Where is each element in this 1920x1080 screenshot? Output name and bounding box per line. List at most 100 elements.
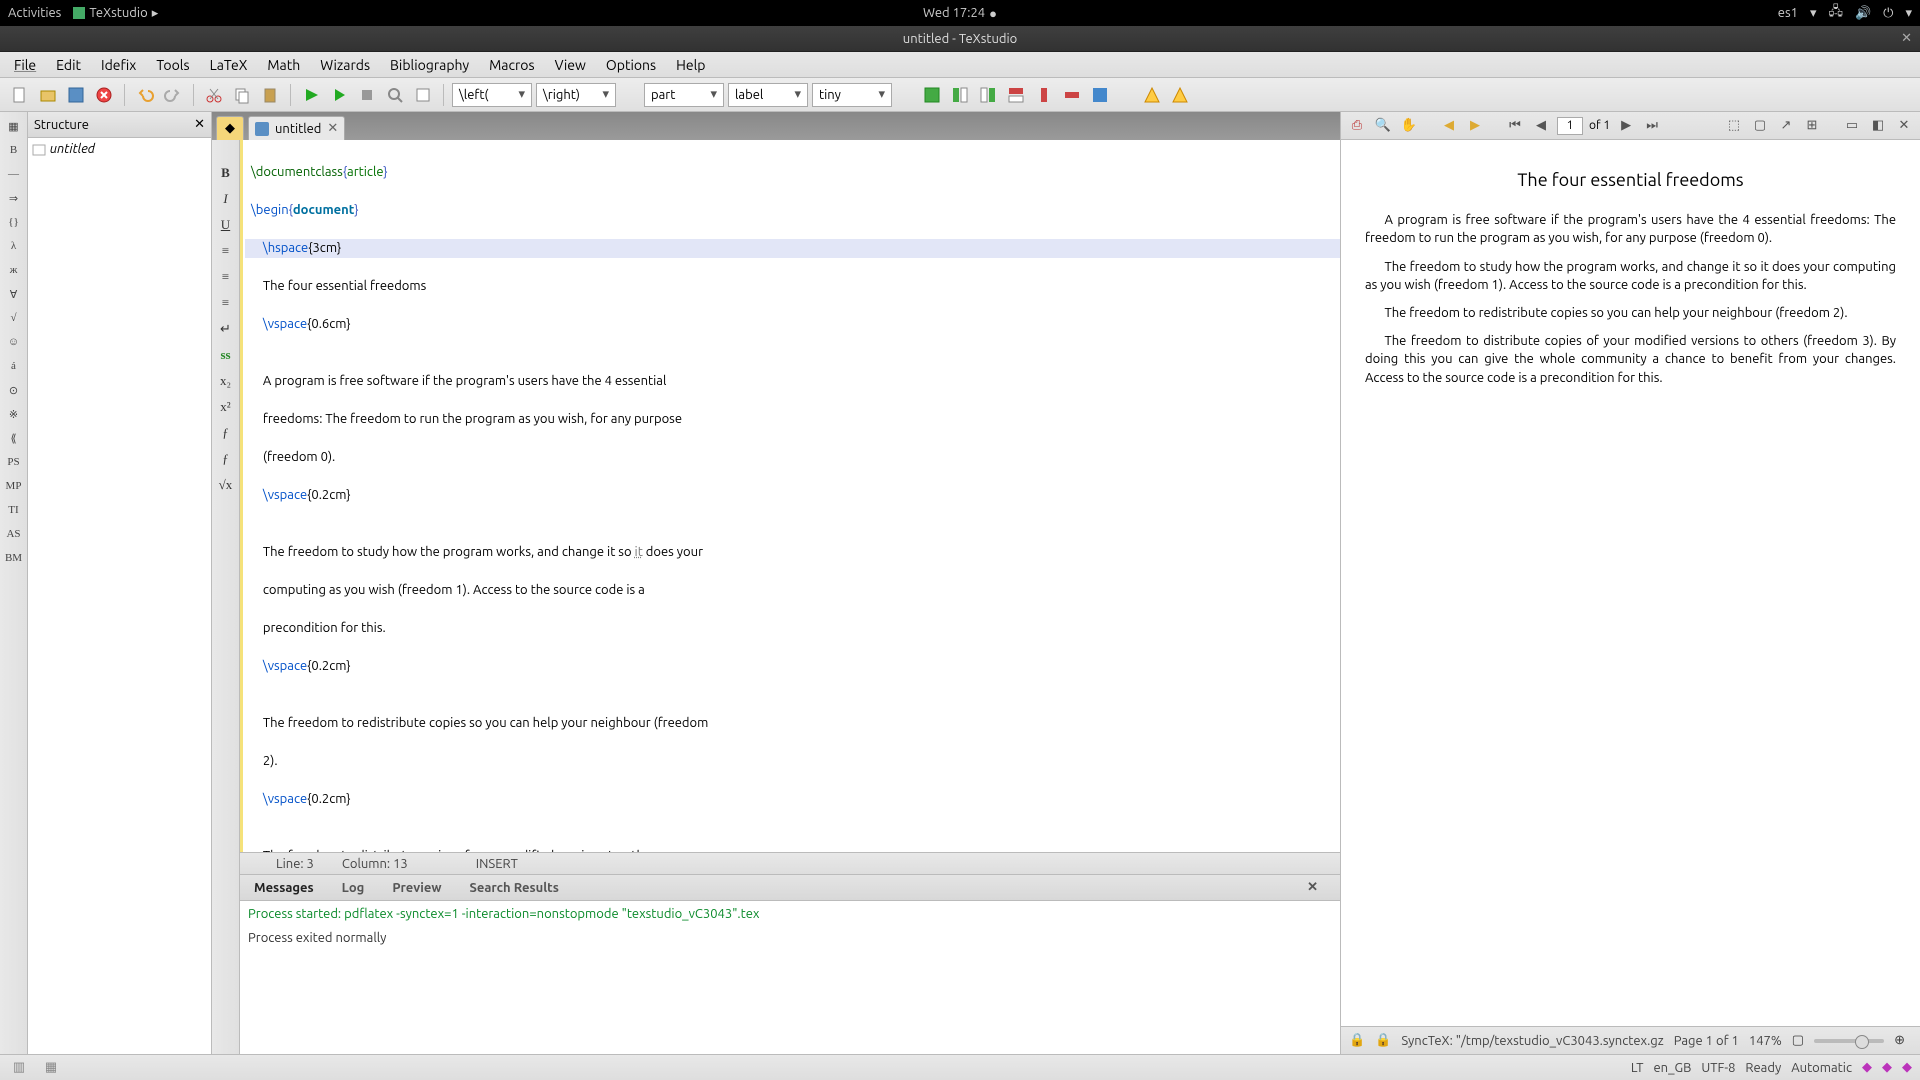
menu-edit[interactable]: Edit bbox=[46, 53, 91, 77]
ss-button[interactable]: ss bbox=[214, 346, 238, 364]
st-1[interactable]: B bbox=[2, 140, 26, 160]
table-icon[interactable] bbox=[920, 83, 944, 107]
menu-bibliography[interactable]: Bibliography bbox=[380, 53, 479, 77]
undo-icon[interactable] bbox=[133, 83, 157, 107]
tiny-combo[interactable]: tiny bbox=[812, 83, 892, 107]
menu-wizards[interactable]: Wizards bbox=[310, 53, 380, 77]
msgtab-log[interactable]: Log bbox=[328, 881, 379, 895]
st-15[interactable]: MP bbox=[2, 476, 26, 496]
st-18[interactable]: BM bbox=[2, 548, 26, 568]
clock[interactable]: Wed 17:24 bbox=[923, 6, 985, 21]
part-combo[interactable]: part bbox=[644, 83, 724, 107]
prev-page-icon[interactable]: ◀ bbox=[1531, 116, 1551, 136]
tab-close-icon[interactable]: ✕ bbox=[327, 121, 338, 136]
bookmark3-icon[interactable]: ◆ bbox=[1902, 1060, 1912, 1075]
activities[interactable]: Activities bbox=[8, 6, 61, 20]
network-icon[interactable]: 🖧 bbox=[1828, 2, 1843, 24]
col-right-icon[interactable] bbox=[976, 83, 1000, 107]
back-icon[interactable]: ◀ bbox=[1439, 116, 1459, 136]
external-icon[interactable]: ↗ bbox=[1776, 116, 1796, 136]
dfrac-button[interactable]: ƒ bbox=[214, 450, 238, 468]
warn2-icon[interactable] bbox=[1168, 83, 1192, 107]
hand-icon[interactable]: ✋ bbox=[1399, 116, 1419, 136]
st-2[interactable]: — bbox=[2, 164, 26, 184]
structure-close-icon[interactable]: ✕ bbox=[194, 117, 205, 132]
build-icon[interactable] bbox=[299, 83, 323, 107]
view-pdf-icon[interactable] bbox=[383, 83, 407, 107]
lock-icon[interactable]: 🔒 bbox=[1349, 1033, 1365, 1048]
st-14[interactable]: PS bbox=[2, 452, 26, 472]
stop-icon[interactable] bbox=[355, 83, 379, 107]
new-icon[interactable] bbox=[8, 83, 32, 107]
menu-tools[interactable]: Tools bbox=[146, 53, 199, 77]
lock2-icon[interactable]: 🔒 bbox=[1375, 1033, 1391, 1048]
power-icon[interactable]: ⏻ bbox=[1883, 6, 1893, 21]
lt-indicator[interactable]: LT bbox=[1631, 1061, 1644, 1075]
fit-page-icon[interactable]: ▢ bbox=[1750, 116, 1770, 136]
view-log-icon[interactable] bbox=[411, 83, 435, 107]
menu-help[interactable]: Help bbox=[666, 53, 715, 77]
left-bracket-combo[interactable]: \left( bbox=[452, 83, 532, 107]
label-combo[interactable]: label bbox=[728, 83, 808, 107]
fit-width-icon[interactable]: ⬚ bbox=[1724, 116, 1744, 136]
st-5[interactable]: λ bbox=[2, 236, 26, 256]
st-11[interactable]: ⊙ bbox=[2, 380, 26, 400]
first-page-icon[interactable]: ⏮ bbox=[1505, 116, 1525, 136]
st-4[interactable]: {} bbox=[2, 212, 26, 232]
st-8[interactable]: √ bbox=[2, 308, 26, 328]
frac-button[interactable]: ƒ bbox=[214, 424, 238, 442]
menu-math[interactable]: Math bbox=[257, 53, 310, 77]
underline-button[interactable]: U bbox=[214, 216, 238, 234]
zoom-in-icon[interactable]: ⊕ bbox=[1894, 1033, 1905, 1048]
msgtab-messages[interactable]: Messages bbox=[240, 881, 328, 895]
subscript-button[interactable]: x₂ bbox=[214, 372, 238, 390]
delcol-icon[interactable] bbox=[1032, 83, 1056, 107]
fwd-icon[interactable]: ▶ bbox=[1465, 116, 1485, 136]
close-icon[interactable]: ✕ bbox=[1901, 31, 1912, 46]
app-menu[interactable]: TeXstudio ▸ bbox=[73, 6, 158, 21]
delrow-icon[interactable] bbox=[1060, 83, 1084, 107]
encoding-indicator[interactable]: UTF-8 bbox=[1701, 1061, 1735, 1075]
st-17[interactable]: AS bbox=[2, 524, 26, 544]
right-bracket-combo[interactable]: \right) bbox=[536, 83, 616, 107]
st-7[interactable]: ∀ bbox=[2, 284, 26, 304]
messages-close-icon[interactable]: ✕ bbox=[1293, 880, 1332, 895]
zoom-slider[interactable] bbox=[1814, 1039, 1884, 1043]
warn1-icon[interactable] bbox=[1140, 83, 1164, 107]
align-left-button[interactable]: ≡ bbox=[214, 242, 238, 260]
layout1-icon[interactable]: ▥ bbox=[8, 1059, 30, 1077]
close-doc-icon[interactable] bbox=[92, 83, 116, 107]
bookmark-icon[interactable]: ◆ bbox=[216, 116, 244, 140]
bold-button[interactable]: B bbox=[214, 164, 238, 182]
menu-macros[interactable]: Macros bbox=[479, 53, 544, 77]
pdf-icon[interactable]: ⎙ bbox=[1347, 116, 1367, 136]
preview-close-icon[interactable]: ✕ bbox=[1894, 116, 1914, 136]
copy-icon[interactable] bbox=[230, 83, 254, 107]
cut-icon[interactable] bbox=[202, 83, 226, 107]
row-icon[interactable] bbox=[1004, 83, 1028, 107]
dock-icon[interactable]: ◧ bbox=[1868, 116, 1888, 136]
next-page-icon[interactable]: ▶ bbox=[1616, 116, 1636, 136]
paste-icon[interactable] bbox=[258, 83, 282, 107]
compile-icon[interactable] bbox=[327, 83, 351, 107]
save-icon[interactable] bbox=[64, 83, 88, 107]
bookmark2-icon[interactable]: ◆ bbox=[1882, 1060, 1892, 1075]
menu-file[interactable]: File bbox=[4, 53, 46, 77]
newline-button[interactable]: ↵ bbox=[214, 320, 238, 338]
tab-untitled[interactable]: untitled ✕ bbox=[248, 116, 345, 140]
merge-icon[interactable] bbox=[1088, 83, 1112, 107]
align-center-button[interactable]: ≡ bbox=[214, 268, 238, 286]
msgtab-search[interactable]: Search Results bbox=[456, 881, 573, 895]
layout2-icon[interactable]: ▦ bbox=[40, 1059, 62, 1077]
zoom-icon[interactable]: 🔍 bbox=[1373, 116, 1393, 136]
st-0[interactable]: ▦ bbox=[2, 116, 26, 136]
lang-indicator[interactable]: en_GB bbox=[1653, 1061, 1691, 1075]
menu-idefix[interactable]: Idefix bbox=[91, 53, 146, 77]
align-right-button[interactable]: ≡ bbox=[214, 294, 238, 312]
redo-icon[interactable] bbox=[161, 83, 185, 107]
input-source[interactable]: es1 bbox=[1778, 6, 1798, 20]
volume-icon[interactable]: 🔊 bbox=[1855, 6, 1871, 21]
menu-view[interactable]: View bbox=[545, 53, 596, 77]
last-page-icon[interactable]: ⏭ bbox=[1642, 116, 1662, 136]
menu-latex[interactable]: LaTeX bbox=[200, 53, 258, 77]
